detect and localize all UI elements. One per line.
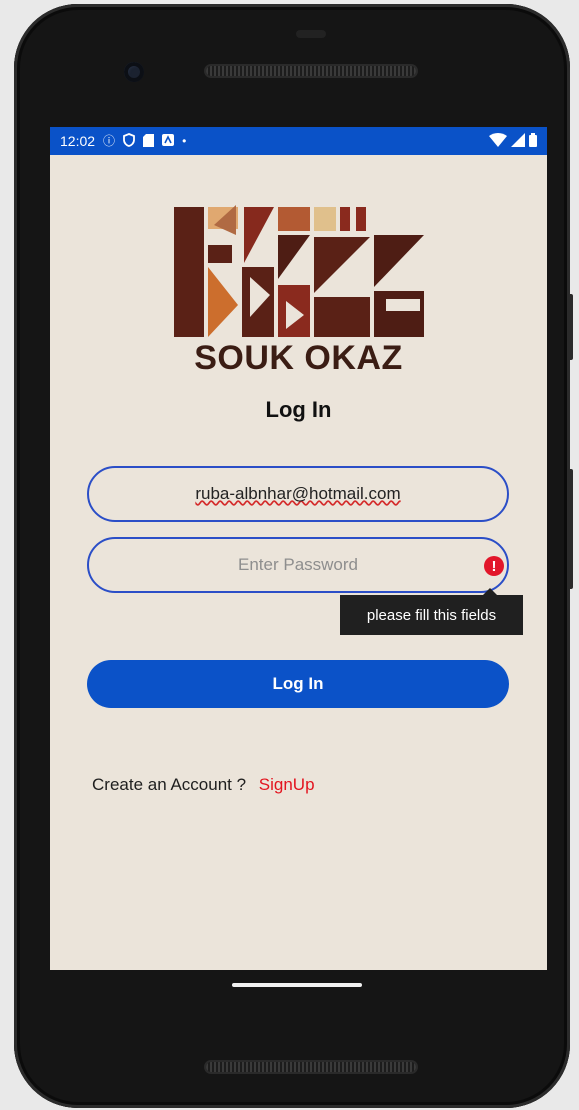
bottom-speaker [206, 1062, 416, 1072]
error-tooltip: please fill this fields [340, 588, 523, 635]
navigation-bar [50, 970, 547, 1004]
battery-icon [529, 133, 537, 147]
status-time: 12:02 [60, 133, 96, 149]
front-camera-icon [124, 62, 144, 82]
signal-icon [511, 133, 525, 147]
a-icon [162, 134, 175, 148]
earpiece-speaker [206, 66, 416, 76]
signup-row: Create an Account ? SignUp [92, 775, 315, 795]
signup-prompt: Create an Account ? [92, 775, 247, 794]
email-field[interactable]: ruba-albnhar@hotmail.com [87, 466, 509, 522]
password-field[interactable]: Enter Password ! [87, 537, 509, 593]
status-bar: 12:02 ⓘ • [50, 127, 547, 155]
info-icon: ⓘ [103, 134, 116, 148]
brand-name: SOUK OKAZ [194, 339, 403, 377]
side-button-top [568, 294, 573, 360]
home-gesture-bar[interactable] [232, 983, 362, 987]
signup-link[interactable]: SignUp [259, 775, 315, 794]
sd-card-icon [143, 133, 155, 149]
email-value: ruba-albnhar@hotmail.com [195, 484, 401, 503]
login-button[interactable]: Log In [87, 660, 509, 708]
dot-icon: • [182, 134, 187, 148]
page-title: Log In [265, 397, 332, 422]
password-placeholder: Enter Password [238, 555, 358, 574]
shield-icon [123, 133, 135, 149]
app-screen: 12:02 ⓘ • SOUK OKAZ Log In ruba-albnhar@… [50, 127, 547, 970]
status-icons-right [489, 133, 537, 147]
wifi-icon [489, 133, 507, 147]
error-alert-icon: ! [484, 556, 504, 576]
proximity-sensor [296, 30, 326, 38]
side-button-bottom [568, 469, 573, 589]
